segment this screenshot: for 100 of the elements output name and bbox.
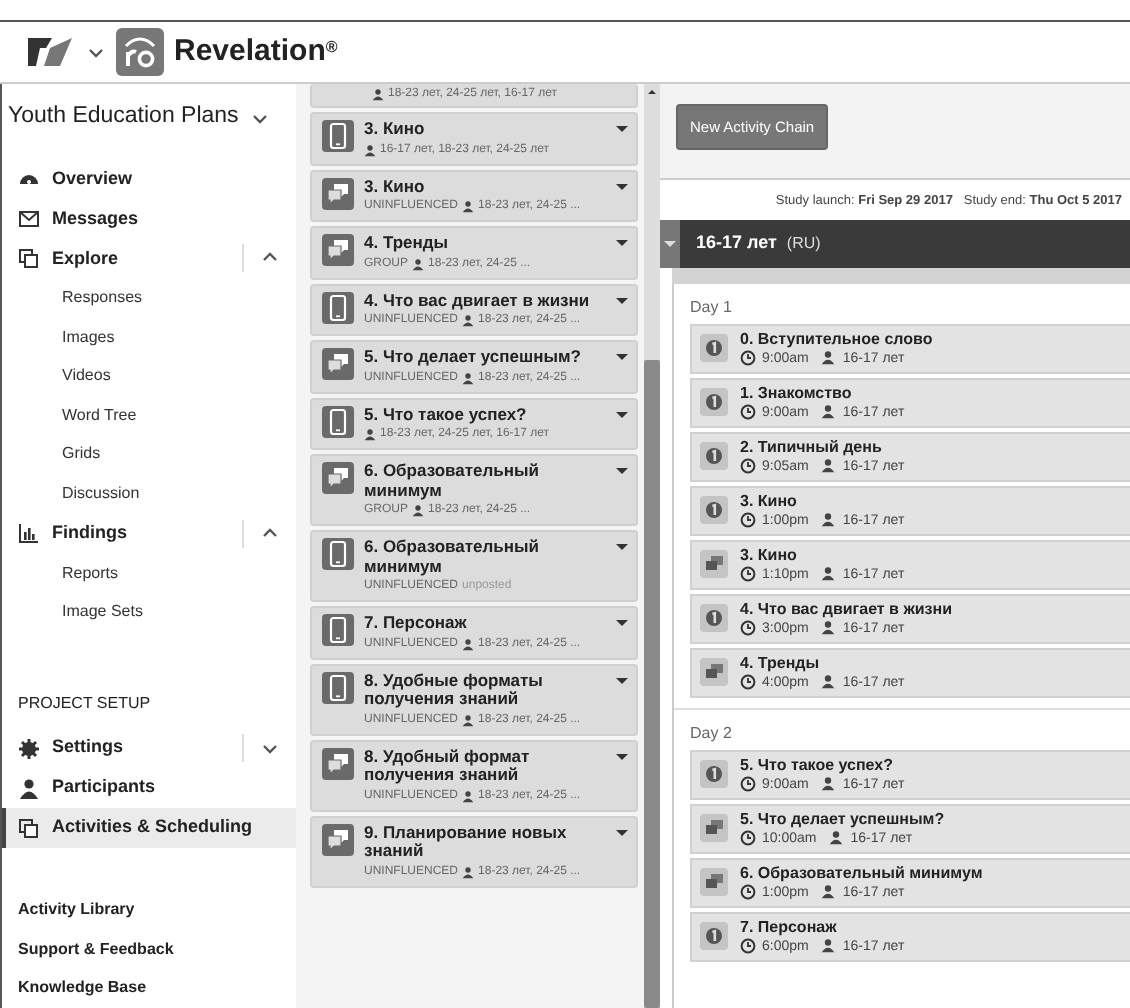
app-logo-icon [116, 28, 164, 76]
clock-icon [740, 620, 756, 636]
nav-subitem[interactable]: Reports [2, 553, 296, 593]
activity-title: 1. Знакомство [740, 384, 854, 403]
clock-icon [740, 350, 756, 366]
person-icon [18, 777, 40, 799]
nav-subitem[interactable]: Images [2, 317, 296, 357]
person-icon [820, 404, 837, 420]
discussion-activity-icon [700, 868, 728, 897]
activity-title: 3. Кино [364, 177, 427, 196]
activity-title: 7. Персонаж [364, 614, 469, 633]
mobile-activity-icon [700, 334, 728, 363]
activity-title: 4. Что вас двигает в жизни [364, 291, 592, 310]
clock-icon [740, 830, 756, 846]
nav-item[interactable]: Settings [2, 728, 296, 768]
nav-subitem[interactable]: Image Sets [2, 592, 296, 632]
clock-icon [740, 512, 756, 528]
clock-icon [740, 884, 756, 900]
segment-name: 16-17 лет [694, 230, 777, 256]
nav-subitem[interactable]: Grids [2, 435, 296, 475]
clock-icon [740, 404, 756, 420]
footer-link[interactable]: Support & Feedback [2, 930, 296, 969]
caret-icon [614, 462, 630, 478]
activity-title: 5. Что делает успешным? [364, 348, 583, 367]
app-title: Revelation$^{®}$ [174, 31, 338, 72]
person-icon [820, 674, 837, 690]
project-title: Youth Education Plans [8, 102, 239, 132]
phone-icon [322, 120, 354, 152]
nav-item[interactable]: Explore [2, 238, 296, 279]
nav-item[interactable]: Findings [2, 513, 296, 554]
person-icon [462, 637, 475, 651]
caret-icon [614, 538, 630, 554]
chat-icon [322, 177, 354, 209]
person-icon [820, 566, 837, 582]
copy-icon [18, 817, 40, 839]
activity-title: 3. Кино [740, 546, 799, 565]
nav-item[interactable]: Messages [2, 198, 296, 239]
gear-icon [18, 737, 40, 759]
caret-icon [614, 348, 630, 364]
activity-title: 0. Вступительное слово [740, 330, 933, 349]
segment-locale: (RU) [784, 231, 821, 256]
chat-icon [322, 234, 354, 266]
logo-icon [24, 32, 76, 72]
footer-link[interactable]: Activity Library [2, 891, 296, 930]
activity-title: 8. Удобные форматы получения знаний [364, 671, 545, 709]
activity-title: 2. Типичный день [740, 438, 884, 457]
phone-icon [322, 538, 354, 570]
caret-icon [614, 234, 630, 250]
activity-title: 6. Образовательный минимум [364, 538, 542, 576]
mobile-activity-icon [700, 496, 728, 525]
person-icon [364, 428, 376, 442]
person-icon [820, 620, 837, 636]
mobile-activity-icon [700, 604, 728, 633]
nav-item[interactable]: Overview [2, 158, 296, 199]
chat-icon [322, 823, 354, 855]
activity-title: 4. Тренды [364, 234, 451, 253]
person-icon [820, 512, 837, 528]
segment-header[interactable]: 16-17 лет (RU) [660, 219, 1130, 268]
activity-title: 9. Планирование новых знаний [364, 823, 569, 861]
person-icon [372, 88, 384, 102]
footer-link[interactable]: Knowledge Base [2, 969, 296, 1008]
clock-icon [740, 776, 756, 792]
activity-title: 8. Удобный формат получения знаний [364, 747, 532, 785]
nav-subitem[interactable]: Discussion [2, 474, 296, 514]
person-icon [462, 200, 475, 214]
nav-item[interactable]: Participants [2, 768, 296, 808]
activity-title: 6. Образовательный минимум [364, 462, 542, 500]
section-heading: PROJECT SETUP [18, 692, 153, 716]
discussion-activity-icon [700, 550, 728, 579]
activity-title: 5. Что такое успех? [364, 405, 529, 424]
activity-title: 4. Что вас двигает в жизни [740, 600, 953, 619]
nav-subitem[interactable]: Videos [2, 356, 296, 397]
person-icon [412, 257, 425, 271]
person-icon [462, 314, 475, 328]
person-icon [820, 350, 837, 366]
person-icon [820, 776, 837, 792]
person-icon [462, 789, 475, 803]
chat-icon [322, 462, 354, 494]
chat-icon [322, 348, 354, 380]
scrollbar[interactable] [644, 84, 660, 1008]
person-icon [462, 713, 475, 727]
scroll-up-icon[interactable] [644, 84, 660, 100]
person-icon [820, 458, 837, 474]
nav-subitem[interactable]: Responses [2, 278, 296, 318]
clock-icon [740, 938, 756, 954]
nav-subitem[interactable]: Word Tree [2, 396, 296, 436]
phone-icon [322, 405, 354, 437]
person-icon [412, 504, 425, 518]
clock-icon [740, 566, 756, 582]
activity-title: 3. Кино [364, 120, 427, 139]
mobile-activity-icon [700, 442, 728, 471]
mobile-activity-icon [700, 922, 728, 951]
activity-title: 4. Тренды [740, 654, 822, 673]
caret-icon [614, 120, 630, 136]
clock-icon [740, 458, 756, 474]
phone-icon [322, 671, 354, 703]
bar-chart-icon [18, 522, 40, 545]
day-label: Day 1 [688, 295, 734, 320]
nav-item[interactable]: Activities & Scheduling [2, 808, 296, 848]
person-icon [828, 830, 845, 846]
